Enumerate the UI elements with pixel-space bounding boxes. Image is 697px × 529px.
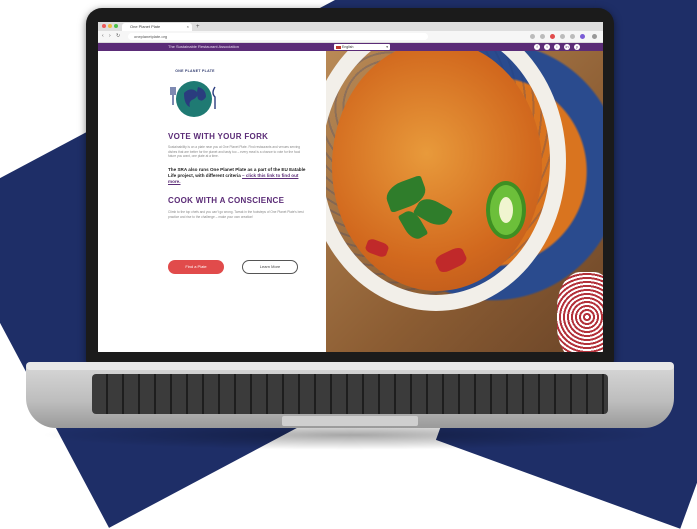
back-icon[interactable]: ‹ [102,33,104,39]
laptop-keyboard [92,374,608,414]
youtube-icon[interactable]: y [574,44,580,50]
address-bar[interactable]: oneplanetplate.org [128,33,428,40]
sra-eatable-life-text: The SRA also runs One Planet Plate as a … [168,167,312,185]
extension-icon[interactable] [550,34,555,39]
browser-tab-bar: One Planet Plate × + [98,22,603,31]
maximize-window-button[interactable] [114,24,118,28]
tab-close-icon[interactable]: × [187,23,189,31]
close-window-button[interactable] [102,24,106,28]
facebook-icon[interactable]: f [534,44,540,50]
flag-icon [336,45,341,49]
twitter-icon[interactable]: t [544,44,550,50]
profile-avatar[interactable] [580,34,585,39]
instagram-icon[interactable]: i [554,44,560,50]
heading-cook-with-a-conscience: COOK WITH A CONSCIENCE [168,196,285,205]
extension-icon[interactable] [530,34,535,39]
learn-more-button[interactable]: Learn More [242,260,298,274]
forward-icon[interactable]: › [109,33,111,39]
extension-icon[interactable] [570,34,575,39]
site-top-bar: The Sustainable Restaurant Association E… [98,43,603,51]
chevron-down-icon: ▾ [386,45,388,49]
hero-text-panel: ONE PLANET PLATE VOTE WITH YOUR FORK Sus… [98,51,326,352]
tab-title: One Planet Plate [130,24,161,29]
intro-paragraph: Sustainability is on a plate near you at… [168,145,301,159]
browser-menu-icon[interactable] [592,34,597,39]
linkedin-icon[interactable]: in [564,44,570,50]
browser-toolbar: ‹ › ↻ oneplanetplate.org [98,31,603,43]
cook-paragraph: Climb to the top chefs and you can't go … [168,210,304,219]
extension-icon[interactable] [560,34,565,39]
extension-icon[interactable] [540,34,545,39]
laptop-base-lip [26,362,674,370]
reload-icon[interactable]: ↻ [116,33,120,39]
patterned-cloth [557,272,603,352]
hero-food-image [326,51,603,352]
one-planet-plate-logo [170,81,216,117]
laptop-screen: One Planet Plate × + ‹ › ↻ oneplanetplat… [98,22,603,352]
chili-flesh [499,197,513,223]
green-chili-slice [486,181,526,239]
minimize-window-button[interactable] [108,24,112,28]
laptop-trackpad [282,416,418,426]
new-tab-icon[interactable]: + [196,23,200,31]
curry-dish [332,51,542,291]
language-select[interactable]: English ▾ [334,44,390,50]
language-value: English [342,45,354,49]
browser-tab[interactable]: One Planet Plate × [122,23,192,31]
heading-vote-with-your-fork: VOTE WITH YOUR FORK [168,132,269,141]
site-tagline[interactable]: The Sustainable Restaurant Association [168,43,239,51]
logo-wordmark: ONE PLANET PLATE [175,69,215,73]
window-controls [102,24,118,28]
find-a-plate-button[interactable]: Find a Plate [168,260,224,274]
